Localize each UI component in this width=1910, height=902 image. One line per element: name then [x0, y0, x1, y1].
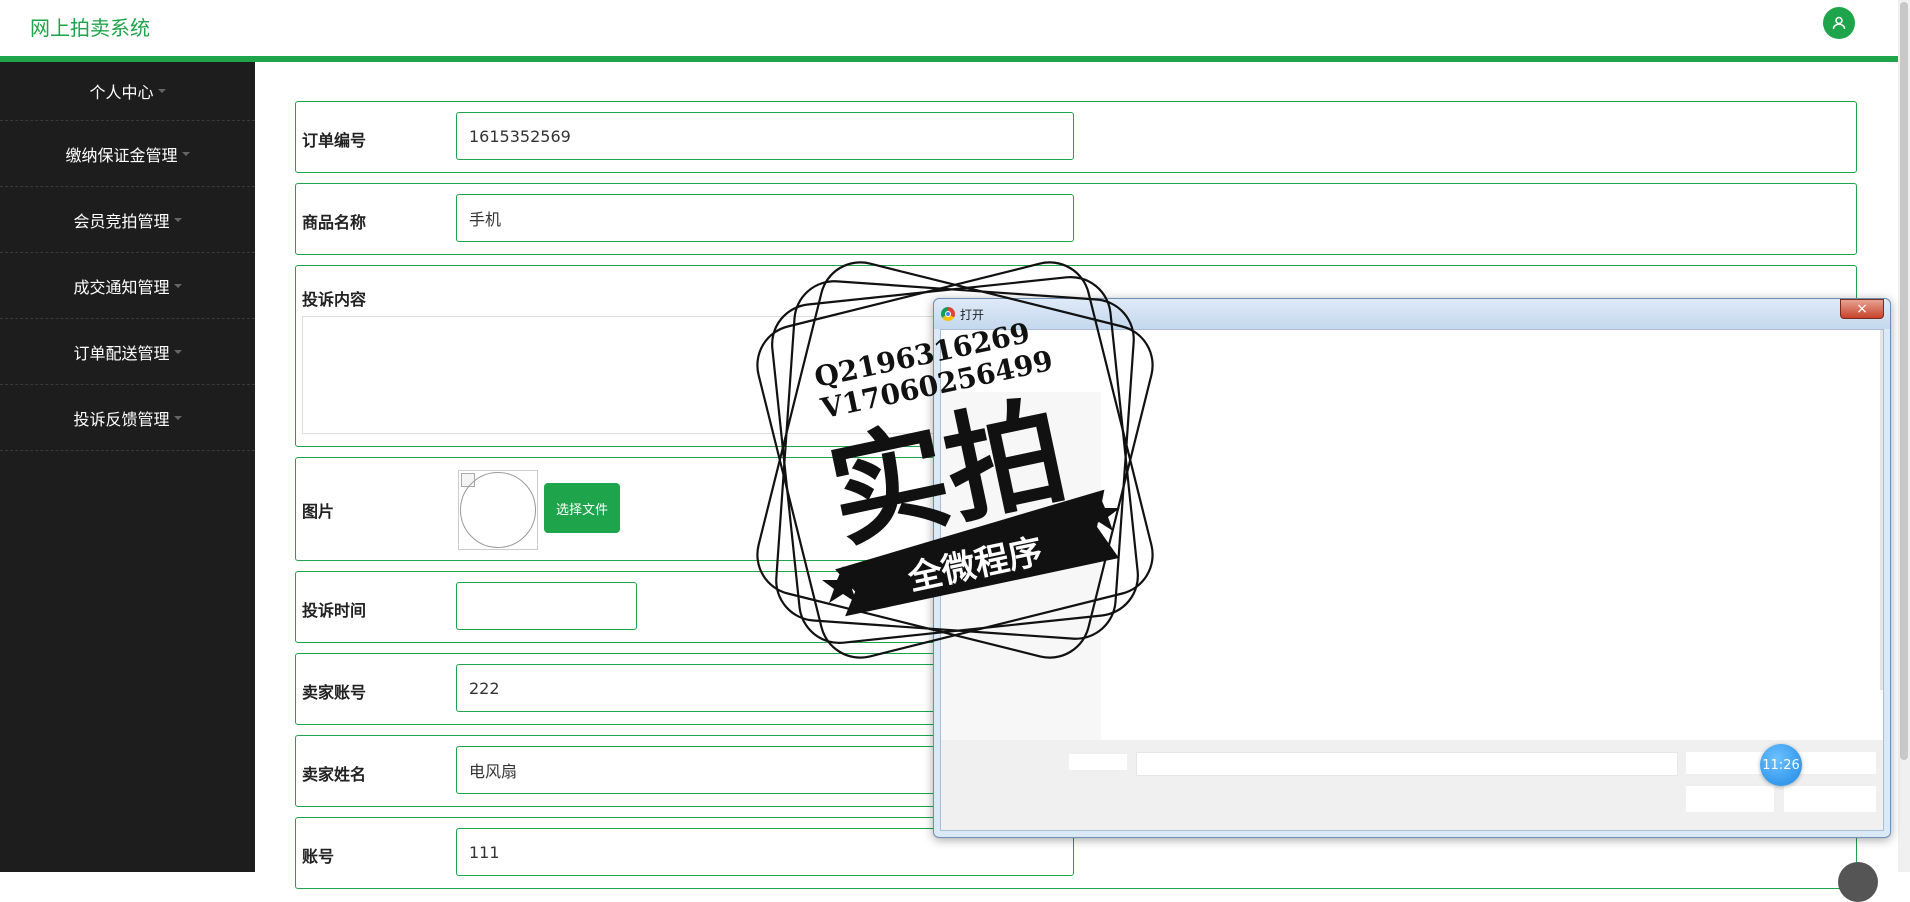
sidebar-item-personal-center[interactable]: 个人中心	[0, 62, 255, 121]
dialog-title: 打开	[960, 308, 985, 322]
order-no-input[interactable]: 1615352569	[456, 112, 1074, 160]
caret-down-icon	[173, 217, 182, 222]
open-file-dialog: 打开 ×	[933, 298, 1891, 838]
seller-account-label: 卖家账号	[302, 683, 367, 702]
account-label: 账号	[302, 847, 335, 866]
sidebar-item-deal-notice[interactable]: 成交通知管理	[0, 253, 255, 319]
page-scrollbar-thumb[interactable]	[1900, 2, 1908, 760]
caret-down-icon	[157, 89, 166, 93]
top-header: 网上拍卖系统	[0, 0, 1898, 62]
user-avatar-button[interactable]	[1823, 7, 1855, 39]
sidebar: 个人中心 缴纳保证金管理 会员竞拍管理 成交通知管理 订单配送管理 投诉反馈管理	[0, 62, 255, 872]
image-preview	[458, 470, 538, 550]
complaint-time-label: 投诉时间	[302, 601, 367, 620]
complaint-time-input[interactable]	[456, 582, 637, 630]
complaint-content-label: 投诉内容	[302, 290, 367, 309]
dialog-open-button[interactable]	[1686, 786, 1774, 812]
form-row-product-name: 商品名称 手机	[295, 183, 1857, 255]
sidebar-item-deposit[interactable]: 缴纳保证金管理	[0, 121, 255, 187]
image-placeholder-circle	[460, 472, 536, 548]
sidebar-item-complaint-feedback[interactable]: 投诉反馈管理	[0, 385, 255, 451]
sidebar-item-member-bidding[interactable]: 会员竞拍管理	[0, 187, 255, 253]
dialog-titlebar[interactable]: 打开 ×	[934, 299, 1890, 329]
dialog-navigation-pane[interactable]	[941, 392, 1101, 742]
caret-down-icon	[173, 283, 182, 288]
sidebar-item-order-delivery[interactable]: 订单配送管理	[0, 319, 255, 385]
corner-widget[interactable]	[1838, 862, 1878, 902]
dialog-body	[940, 329, 1884, 831]
caret-down-icon	[173, 349, 182, 354]
sidebar-item-label: 投诉反馈管理	[73, 409, 170, 429]
app-title: 网上拍卖系统	[30, 16, 150, 40]
dialog-footer	[941, 740, 1883, 830]
dialog-filename-label-area	[1069, 754, 1127, 770]
seller-name-label: 卖家姓名	[302, 765, 367, 784]
dialog-scrollbar[interactable]	[1880, 330, 1883, 690]
page-scrollbar[interactable]	[1898, 0, 1910, 872]
choose-file-button[interactable]: 选择文件	[544, 483, 620, 533]
sidebar-item-label: 个人中心	[89, 83, 154, 102]
sidebar-item-label: 缴纳保证金管理	[65, 145, 178, 165]
product-name-label: 商品名称	[302, 213, 367, 232]
dialog-cancel-button[interactable]	[1784, 786, 1876, 812]
sidebar-item-label: 成交通知管理	[73, 277, 170, 297]
caret-down-icon	[173, 415, 182, 420]
caret-down-icon	[181, 151, 190, 156]
clock-badge: 11:26	[1760, 744, 1802, 786]
chrome-icon	[941, 307, 955, 321]
sidebar-item-label: 会员竞拍管理	[73, 211, 170, 231]
user-icon	[1832, 16, 1846, 30]
order-no-label: 订单编号	[302, 131, 367, 150]
form-row-order-no: 订单编号 1615352569	[295, 101, 1857, 173]
dialog-filename-input[interactable]	[1136, 752, 1678, 776]
image-label: 图片	[302, 502, 335, 521]
dialog-close-button[interactable]: ×	[1840, 299, 1884, 319]
product-name-input[interactable]: 手机	[456, 194, 1074, 242]
sidebar-item-label: 订单配送管理	[73, 343, 170, 363]
